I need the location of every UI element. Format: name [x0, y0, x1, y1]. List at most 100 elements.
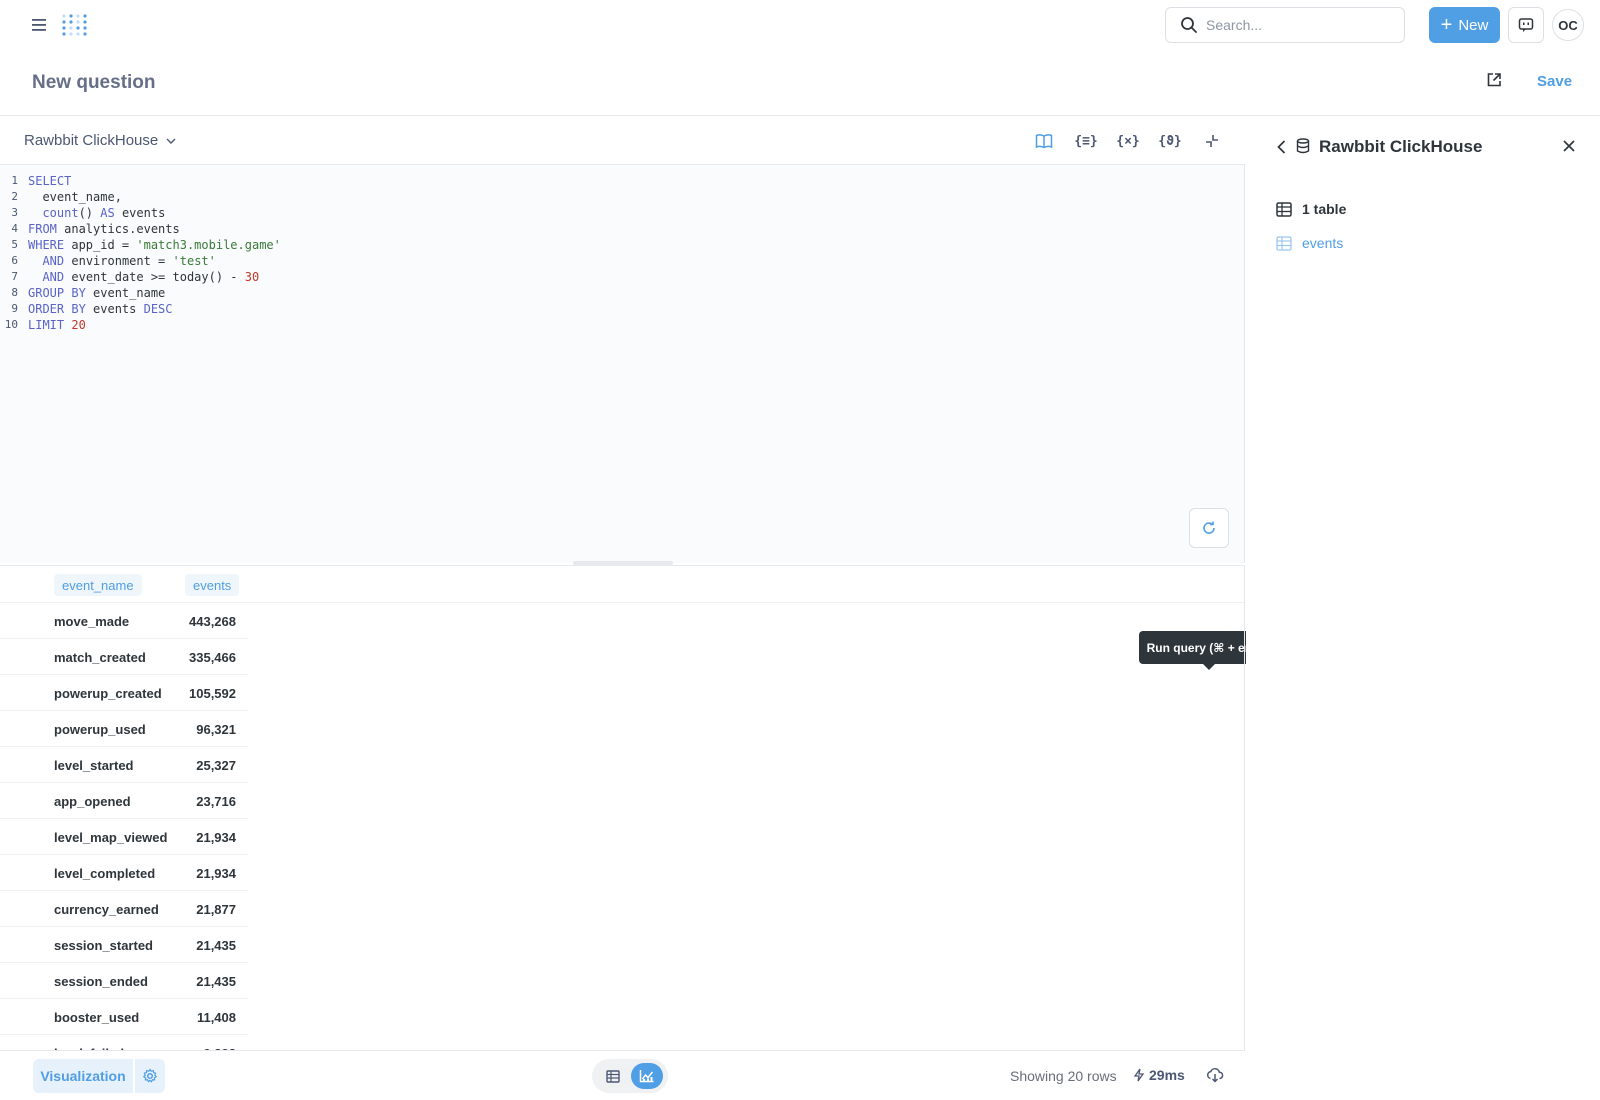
cell-event-name[interactable]: level_started: [54, 758, 134, 773]
page-title[interactable]: New question: [32, 72, 156, 94]
results-table: event_name events move_made 443,268 match_…: [0, 565, 1245, 1050]
table-row[interactable]: powerup_created 105,592: [0, 675, 248, 711]
close-icon[interactable]: [1562, 139, 1578, 155]
cell-event-name[interactable]: level_map_viewed: [54, 830, 167, 845]
code-line[interactable]: 1 SELECT: [0, 173, 281, 189]
sidebar-item-events-table[interactable]: events: [1276, 235, 1343, 251]
visualization-button[interactable]: Visualization: [33, 1059, 133, 1093]
code-token: 'test': [172, 254, 216, 268]
database-picker[interactable]: Rawbbit ClickHouse: [24, 132, 176, 149]
cell-event-name[interactable]: powerup_used: [54, 722, 146, 737]
column-header-event-name[interactable]: event_name: [54, 574, 142, 596]
metabot-chat-button[interactable]: [1508, 7, 1544, 43]
database-picker-label: Rawbbit ClickHouse: [24, 132, 159, 149]
variable-icon[interactable]: {×}: [1115, 129, 1141, 153]
table-row[interactable]: currency_earned 21,877: [0, 891, 248, 927]
cell-event-name[interactable]: booster_used: [54, 1010, 139, 1025]
sql-code[interactable]: 1 SELECT 2 event_name, 3 count() AS events 4…: [0, 173, 281, 333]
query-timing: 29ms: [1133, 1067, 1185, 1083]
sidebar-item-label: events: [1302, 235, 1344, 251]
cell-event-name[interactable]: move_made: [54, 614, 129, 629]
table-row[interactable]: powerup_used 96,321: [0, 711, 248, 747]
data-reference-book-icon[interactable]: [1031, 129, 1057, 153]
results-footer: Visualization Showing 20 rows 29ms: [0, 1050, 1245, 1100]
cell-events[interactable]: 23,716: [196, 794, 236, 809]
cell-event-name[interactable]: powerup_created: [54, 686, 162, 701]
code-token: count: [42, 206, 79, 220]
cell-events[interactable]: 21,435: [196, 974, 236, 989]
cell-event-name[interactable]: level_completed: [54, 866, 155, 881]
save-button[interactable]: Save: [1537, 73, 1572, 90]
code-line[interactable]: 2 event_name,: [0, 189, 281, 205]
back-chevron-icon[interactable]: [1274, 139, 1290, 155]
table-view-icon[interactable]: [597, 1063, 629, 1089]
code-line[interactable]: 9 ORDER BY events DESC: [0, 301, 281, 317]
cell-events[interactable]: 25,327: [196, 758, 236, 773]
code-line[interactable]: 7 AND event_date >= today() - 30: [0, 269, 281, 285]
snippet-icon[interactable]: {≡}: [1073, 129, 1099, 153]
cell-event-name[interactable]: session_ended: [54, 974, 148, 989]
table-row[interactable]: app_opened 23,716: [0, 783, 248, 819]
download-icon[interactable]: [1206, 1067, 1226, 1085]
code-line[interactable]: 3 count() AS events: [0, 205, 281, 221]
new-button[interactable]: + New: [1429, 7, 1500, 43]
table-row[interactable]: level_completed 21,934: [0, 855, 248, 891]
code-token: FROM: [28, 222, 57, 236]
cell-events[interactable]: 21,934: [196, 830, 236, 845]
code-line[interactable]: 8 GROUP BY event_name: [0, 285, 281, 301]
visualization-settings-gear-icon[interactable]: [135, 1059, 165, 1093]
code-token: LIMIT: [28, 318, 65, 332]
table-row[interactable]: session_started 21,435: [0, 927, 248, 963]
table-row[interactable]: level_failed9,392: [0, 1035, 248, 1050]
chart-view-icon[interactable]: [631, 1063, 663, 1089]
code-token: 30: [244, 270, 260, 284]
line-number: 7: [11, 270, 18, 283]
cell-events[interactable]: 21,435: [196, 938, 236, 953]
code-token: AS: [100, 206, 115, 220]
collapse-editor-icon[interactable]: [1199, 129, 1225, 153]
table-body: move_made 443,268 match_created 335,466 powe…: [0, 603, 248, 1050]
open-in-new-icon[interactable]: [1486, 72, 1506, 92]
cell-event-name[interactable]: session_started: [54, 938, 153, 953]
cell-events[interactable]: 105,592: [189, 686, 236, 701]
code-token: AND: [42, 254, 65, 268]
table-row[interactable]: session_ended 21,435: [0, 963, 248, 999]
search-box[interactable]: [1165, 7, 1405, 43]
table-row[interactable]: level_started 25,327: [0, 747, 248, 783]
sql-editor[interactable]: 1 SELECT 2 event_name, 3 count() AS events 4…: [0, 165, 1279, 670]
table-row[interactable]: move_made 443,268: [0, 603, 248, 639]
table-row[interactable]: booster_used 11,408: [0, 999, 248, 1035]
run-query-button[interactable]: [1189, 508, 1229, 548]
cell-events[interactable]: 96,321: [196, 722, 236, 737]
user-avatar[interactable]: OC: [1552, 9, 1584, 41]
data-reference-sidebar: Rawbbit ClickHouse 1 table events: [1246, 117, 1600, 1100]
code-token: events: [114, 206, 166, 220]
code-token: app_id =: [64, 238, 137, 252]
search-icon: [1181, 17, 1197, 33]
cell-events[interactable]: 443,268: [189, 614, 236, 629]
cell-events[interactable]: 335,466: [189, 650, 236, 665]
cell-event-name[interactable]: match_created: [54, 650, 146, 665]
cell-events[interactable]: 11,408: [197, 1010, 236, 1025]
line-number: 3: [11, 206, 18, 219]
preview-query-icon[interactable]: {ϑ}: [1157, 129, 1183, 153]
cell-events[interactable]: 21,934: [196, 866, 236, 881]
plus-icon: +: [1440, 14, 1453, 36]
cell-event-name[interactable]: app_opened: [54, 794, 131, 809]
cell-event-name[interactable]: currency_earned: [54, 902, 159, 917]
table-row[interactable]: match_created 335,466: [0, 639, 248, 675]
table-row[interactable]: level_map_viewed 21,934: [0, 819, 248, 855]
chat-icon: [1518, 18, 1534, 32]
code-token: GROUP BY: [28, 286, 86, 300]
search-input[interactable]: [1206, 17, 1386, 33]
cell-events[interactable]: 21,877: [196, 902, 236, 917]
code-line[interactable]: 5 WHERE app_id = 'match3.mobile.game': [0, 237, 281, 253]
column-header-events[interactable]: events: [185, 574, 240, 596]
code-line[interactable]: 10 LIMIT 20: [0, 317, 281, 333]
code-line[interactable]: 6 AND environment = 'test': [0, 253, 281, 269]
hamburger-menu-icon[interactable]: [28, 14, 50, 36]
metabase-logo-icon[interactable]: [60, 12, 90, 40]
code-line[interactable]: 4 FROM analytics.events: [0, 221, 281, 237]
